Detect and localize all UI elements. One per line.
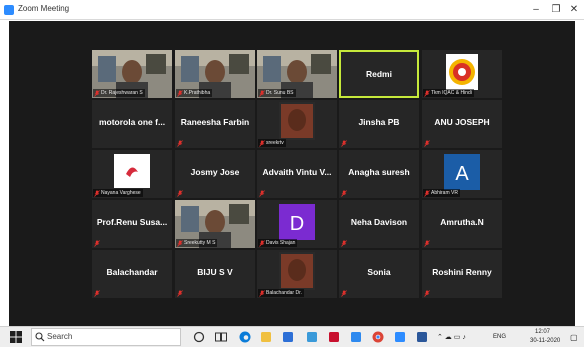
participant-tile[interactable]: Amrutha.N bbox=[422, 200, 502, 248]
muted-mic-icon bbox=[341, 290, 347, 297]
search-icon bbox=[35, 332, 45, 342]
muted-mic-icon bbox=[259, 290, 265, 297]
muted-mic-icon bbox=[94, 290, 100, 297]
muted-mic-icon bbox=[341, 190, 347, 197]
muted-mic-icon bbox=[177, 140, 183, 147]
file-explorer-icon[interactable] bbox=[260, 331, 272, 343]
participant-tile[interactable]: Jinsha PB bbox=[339, 100, 419, 148]
participant-name: Jinsha PB bbox=[358, 117, 400, 127]
participant-tile[interactable]: Dr. Sunu BS bbox=[257, 50, 337, 98]
participant-name: BIJU S V bbox=[197, 267, 233, 277]
task-view-icon[interactable] bbox=[215, 331, 227, 343]
participant-tile[interactable]: Nayana Varghese bbox=[92, 150, 172, 198]
clock-time[interactable]: 12:07 bbox=[535, 329, 550, 335]
muted-mic-icon bbox=[424, 90, 430, 97]
edge-icon[interactable] bbox=[239, 331, 251, 343]
participant-tile[interactable]: Josmy Jose bbox=[175, 150, 255, 198]
participant-name: Anagha suresh bbox=[348, 167, 410, 177]
participant-label: Nayana Varghese bbox=[93, 189, 143, 197]
participant-tile[interactable]: Advaith Vintu V... bbox=[257, 150, 337, 198]
cortana-icon[interactable] bbox=[193, 331, 205, 343]
muted-mic-icon bbox=[177, 240, 183, 247]
participant-tile[interactable]: motorola one f... bbox=[92, 100, 172, 148]
participant-tile[interactable]: Raneesha Farbin bbox=[175, 100, 255, 148]
store-icon[interactable] bbox=[282, 331, 294, 343]
participant-tile[interactable]: Redmi bbox=[339, 50, 419, 98]
participant-name: Amrutha.N bbox=[440, 217, 484, 227]
muted-mic-icon bbox=[341, 240, 347, 247]
muted-mic-icon bbox=[177, 190, 183, 197]
participant-name: Raneesha Farbin bbox=[180, 117, 250, 127]
taskbar: Search ⌃ ☁ ▭ ♪ ENG 12:07 30-11-2020 ▢ bbox=[0, 326, 584, 347]
search-placeholder: Search bbox=[47, 332, 73, 341]
participant-tile[interactable]: Prof.Renu Susa... bbox=[92, 200, 172, 248]
muted-mic-icon bbox=[424, 290, 430, 297]
participant-tile[interactable]: Balachandar bbox=[92, 250, 172, 298]
muted-mic-icon bbox=[177, 90, 183, 97]
muted-mic-icon bbox=[424, 140, 430, 147]
participant-name: Balachandar bbox=[106, 267, 158, 277]
participant-name: Advaith Vintu V... bbox=[262, 167, 332, 177]
participant-tile[interactable]: D Davis Shajan bbox=[257, 200, 337, 248]
muted-mic-icon bbox=[94, 90, 100, 97]
participant-tile[interactable]: Sreekutty M S bbox=[175, 200, 255, 248]
participant-tile[interactable]: Dr. Rajeshwaran S bbox=[92, 50, 172, 98]
participant-tile[interactable]: Anagha suresh bbox=[339, 150, 419, 198]
participant-tile[interactable]: sreekrtv bbox=[257, 100, 337, 148]
participant-name: Prof.Renu Susa... bbox=[96, 217, 168, 227]
muted-mic-icon bbox=[259, 140, 265, 147]
zoom-icon bbox=[4, 5, 14, 15]
muted-mic-icon bbox=[341, 140, 347, 147]
avatar-letter: D bbox=[290, 213, 304, 235]
participant-name: Neha Davison bbox=[350, 217, 408, 227]
title-bar: Zoom Meeting – ❐ ✕ bbox=[0, 0, 584, 20]
muted-mic-icon bbox=[94, 240, 100, 247]
participant-name: Roshini Renny bbox=[432, 267, 492, 277]
participant-tile[interactable]: Tkm IQAC & Hindi bbox=[422, 50, 502, 98]
muted-mic-icon bbox=[259, 90, 265, 97]
participant-tile[interactable]: BIJU S V bbox=[175, 250, 255, 298]
window-title: Zoom Meeting bbox=[18, 4, 70, 13]
muted-mic-icon bbox=[424, 190, 430, 197]
participant-tile[interactable]: A Abhiram VR bbox=[422, 150, 502, 198]
participant-tile[interactable]: ANU JOSEPH bbox=[422, 100, 502, 148]
participant-name: Sonia bbox=[367, 267, 391, 277]
zoom-icon[interactable] bbox=[394, 331, 406, 343]
minimize-button[interactable]: – bbox=[528, 2, 544, 18]
word-icon[interactable] bbox=[416, 331, 428, 343]
participant-name: Redmi bbox=[366, 69, 392, 79]
gallery-view: Dr. Rajeshwaran S K.Prathibha Dr. Sunu BS R… bbox=[9, 21, 575, 326]
avatar-letter: A bbox=[455, 163, 469, 185]
participant-tile[interactable]: Neha Davison bbox=[339, 200, 419, 248]
participant-name: ANU JOSEPH bbox=[434, 117, 490, 127]
muted-mic-icon bbox=[424, 240, 430, 247]
participant-label: Dr. Rajeshwaran S bbox=[93, 89, 145, 97]
tray-icons[interactable]: ⌃ ☁ ▭ ♪ bbox=[437, 333, 466, 341]
maximize-button[interactable]: ❐ bbox=[548, 2, 564, 18]
muted-mic-icon bbox=[177, 290, 183, 297]
participant-name: Josmy Jose bbox=[190, 167, 240, 177]
participant-name: motorola one f... bbox=[98, 117, 166, 127]
lock-app-icon[interactable] bbox=[306, 331, 318, 343]
participant-tile[interactable]: Roshini Renny bbox=[422, 250, 502, 298]
participant-tile[interactable]: Balachandar Dr. bbox=[257, 250, 337, 298]
close-button[interactable]: ✕ bbox=[566, 2, 582, 18]
mcafee-icon[interactable] bbox=[328, 331, 340, 343]
notification-icon[interactable]: ▢ bbox=[570, 333, 578, 342]
chrome-icon[interactable] bbox=[372, 331, 384, 343]
participant-tile[interactable]: K.Prathibha bbox=[175, 50, 255, 98]
muted-mic-icon bbox=[259, 240, 265, 247]
participant-tile[interactable]: Sonia bbox=[339, 250, 419, 298]
mail-icon[interactable] bbox=[350, 331, 362, 343]
participant-label: Tkm IQAC & Hindi bbox=[423, 89, 474, 97]
language-indicator[interactable]: ENG bbox=[493, 334, 506, 340]
muted-mic-icon bbox=[94, 190, 100, 197]
windows-start-icon[interactable] bbox=[10, 331, 22, 343]
taskbar-search-box[interactable]: Search bbox=[31, 328, 181, 346]
clock-date[interactable]: 30-11-2020 bbox=[530, 338, 560, 344]
muted-mic-icon bbox=[259, 190, 265, 197]
